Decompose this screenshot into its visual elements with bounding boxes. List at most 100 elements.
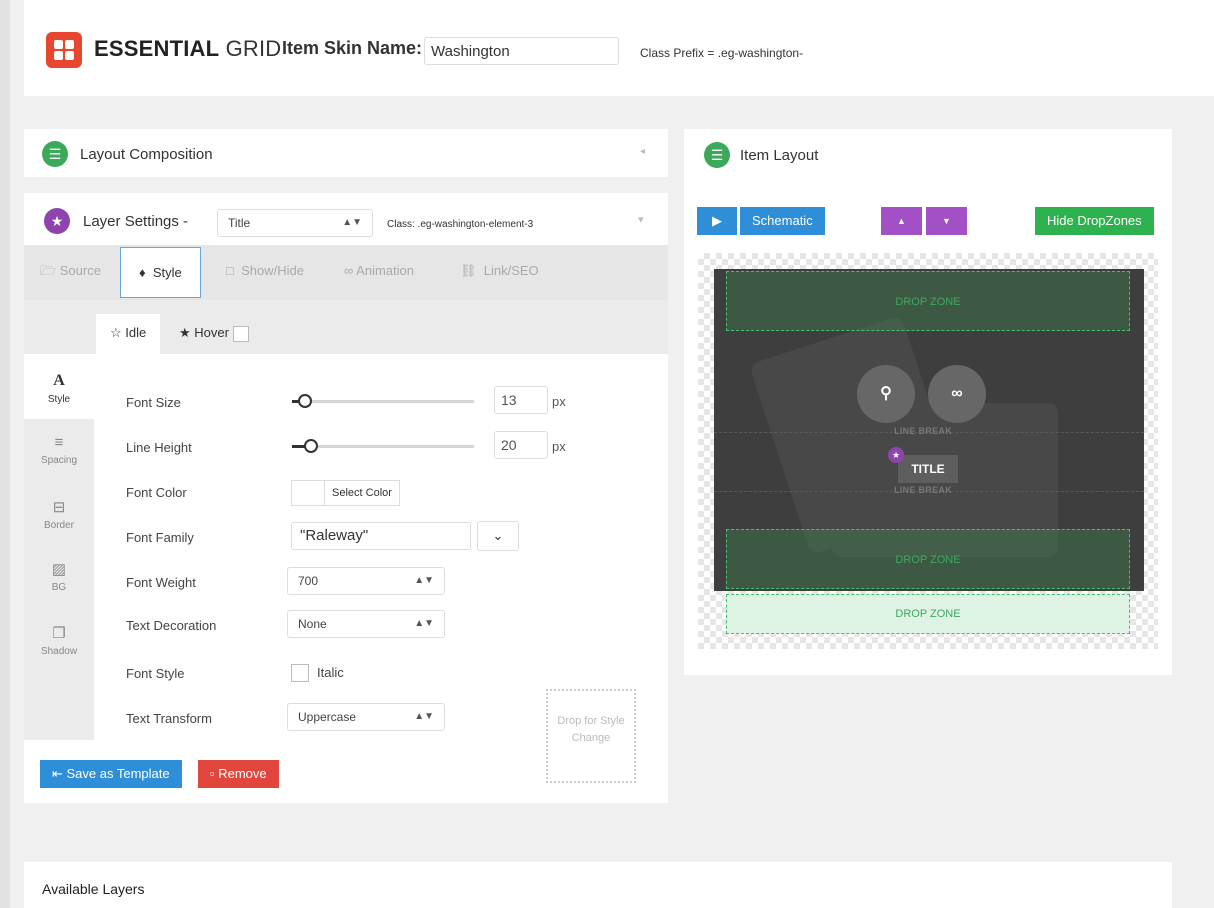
editor-header: ESSENTIAL GRID Item Skin Name: Class Pre… <box>24 0 1214 96</box>
middle-drop-zone[interactable]: DROP ZONE <box>726 529 1130 589</box>
link-button[interactable]: ∞ <box>928 365 986 423</box>
remove-layer-button[interactable]: ▫ Remove <box>198 760 279 788</box>
side-tab-style[interactable]: A Style <box>24 354 94 419</box>
list-icon: ☰ <box>42 141 68 167</box>
sort-arrows-icon: ▲▼ <box>414 711 434 722</box>
layer-settings-panel: ★ Layer Settings - Title ▲▼ Class: .eg-w… <box>24 193 668 803</box>
tab-show-hide[interactable]: □ Show/Hide <box>226 245 304 297</box>
tab-animation[interactable]: ∞ Animation <box>344 245 414 297</box>
side-tab-border[interactable]: ⊟ Border <box>24 498 94 554</box>
available-layers-panel: Available Layers <box>24 862 1172 908</box>
style-drop-target[interactable]: Drop for Style Change <box>546 689 636 783</box>
top-drop-zone[interactable]: DROP ZONE <box>726 271 1130 331</box>
font-weight-label: Font Weight <box>126 575 196 590</box>
chain-icon: ∞ <box>344 263 357 278</box>
element-class-label: Class: .eg-washington-element-3 <box>387 219 534 230</box>
sort-arrows-icon: ▲▼ <box>342 217 362 228</box>
hide-dropzones-button[interactable]: Hide DropZones <box>1035 207 1154 235</box>
font-size-label: Font Size <box>126 395 181 410</box>
bottom-drop-zone[interactable]: DROP ZONE <box>726 594 1130 634</box>
item-layout-title: Item Layout <box>740 147 819 164</box>
class-prefix-text: Class Prefix = .eg-washington- <box>640 46 804 60</box>
spacing-icon: ≡ <box>54 434 64 451</box>
select-color-button[interactable]: Select Color <box>324 480 400 506</box>
layout-composition-panel[interactable]: ☰ Layout Composition ◂ <box>24 129 668 177</box>
skin-name-input[interactable] <box>424 37 619 65</box>
skin-name-label: Item Skin Name: <box>282 38 423 58</box>
square-icon: □ <box>226 263 242 278</box>
left-admin-strip <box>0 0 10 908</box>
folder-icon: 🗁 <box>40 263 60 278</box>
star-filled-icon: ★ <box>179 325 191 340</box>
item-layout-panel: ☰ Item Layout ▶ Schematic ▲ ▼ Hide DropZ… <box>684 129 1172 675</box>
line-height-slider-handle[interactable] <box>304 439 318 453</box>
state-tabs: ☆ Idle ★ Hover <box>24 300 668 354</box>
tab-link-seo[interactable]: ⛓ Link/SEO <box>460 245 539 297</box>
layout-composition-title: Layout Composition <box>80 146 213 163</box>
search-icon: ⚲ <box>880 385 892 402</box>
image-icon: ▨ <box>51 561 67 578</box>
side-tab-spacing[interactable]: ≡ Spacing <box>24 434 94 490</box>
star-outline-icon: ☆ <box>110 325 122 340</box>
border-icon: ⊟ <box>52 499 66 516</box>
list-icon: ☰ <box>704 142 730 168</box>
shadow-icon: ❐ <box>52 625 66 642</box>
collapse-down-icon[interactable]: ▾ <box>638 213 644 226</box>
font-style-label: Font Style <box>126 666 185 681</box>
star-badge-icon: ★ <box>44 208 70 234</box>
font-family-input[interactable]: "Raleway" <box>291 522 471 550</box>
text-transform-label: Text Transform <box>126 711 212 726</box>
sign-in-icon: ⇤ <box>52 766 67 781</box>
font-size-slider-handle[interactable] <box>298 394 312 408</box>
item-skin-preview: DROP ZONE ⚲ ∞ LINE BREAK TITLE ★ LINE BR… <box>714 269 1144 591</box>
font-family-dropdown-button[interactable]: ⌄ <box>477 521 519 551</box>
line-height-unit: px <box>552 439 566 454</box>
font-size-unit: px <box>552 394 566 409</box>
hover-enable-checkbox[interactable] <box>232 325 249 342</box>
move-up-button[interactable]: ▲ <box>881 207 922 235</box>
font-family-label: Font Family <box>126 530 194 545</box>
selected-layer-star-icon: ★ <box>888 447 904 463</box>
line-height-label: Line Height <box>126 440 192 455</box>
text-decoration-select[interactable]: None ▲▼ <box>287 610 445 638</box>
caret-up-icon: ▲ <box>897 216 906 226</box>
font-color-label: Font Color <box>126 485 187 500</box>
tab-idle[interactable]: ☆ Idle <box>96 314 161 354</box>
layer-select[interactable]: Title ▲▼ <box>217 209 373 237</box>
available-layers-title: Available Layers <box>42 881 145 897</box>
collapse-left-icon[interactable]: ◂ <box>640 146 645 157</box>
layer-select-value: Title <box>228 216 251 230</box>
trash-icon: ▫ <box>210 766 219 781</box>
font-color-swatch[interactable] <box>291 480 325 506</box>
search-lightbox-button[interactable]: ⚲ <box>857 365 915 423</box>
play-button[interactable]: ▶ <box>697 207 737 235</box>
font-size-input[interactable]: 13 <box>494 386 548 414</box>
text-transform-select[interactable]: Uppercase ▲▼ <box>287 703 445 731</box>
chevron-down-icon: ⌄ <box>492 528 504 543</box>
link-icon: ⛓ <box>460 263 484 278</box>
side-tab-shadow[interactable]: ❐ Shadow <box>24 624 94 680</box>
font-weight-select[interactable]: 700 ▲▼ <box>287 567 445 595</box>
tab-style[interactable]: ♦ Style <box>120 247 201 298</box>
sort-arrows-icon: ▲▼ <box>414 618 434 629</box>
tab-source[interactable]: 🗁 Source <box>40 245 101 297</box>
move-down-button[interactable]: ▼ <box>926 207 967 235</box>
line-break-label: LINE BREAK <box>894 485 953 495</box>
font-size-slider-track[interactable] <box>292 400 474 403</box>
layer-settings-title: Layer Settings - <box>83 213 189 230</box>
sort-arrows-icon: ▲▼ <box>414 575 434 586</box>
italic-checkbox[interactable] <box>291 664 309 682</box>
save-as-template-button[interactable]: ⇤ Save as Template <box>40 760 182 788</box>
play-icon: ▶ <box>712 213 722 228</box>
side-tab-bg[interactable]: ▨ BG <box>24 560 94 616</box>
link-icon: ∞ <box>951 385 963 402</box>
title-layer-element[interactable]: TITLE <box>898 455 958 483</box>
text-decoration-label: Text Decoration <box>126 618 217 633</box>
tab-hover[interactable]: ★ Hover <box>179 314 249 354</box>
schematic-button[interactable]: Schematic <box>740 207 825 235</box>
line-height-slider-track[interactable] <box>292 445 474 448</box>
layer-tabs: 🗁 Source ♦ Style □ Show/Hide ∞ Animation… <box>24 245 668 300</box>
line-height-input[interactable]: 20 <box>494 431 548 459</box>
font-icon: A <box>53 372 65 389</box>
brand-name: ESSENTIAL GRID <box>94 36 282 61</box>
